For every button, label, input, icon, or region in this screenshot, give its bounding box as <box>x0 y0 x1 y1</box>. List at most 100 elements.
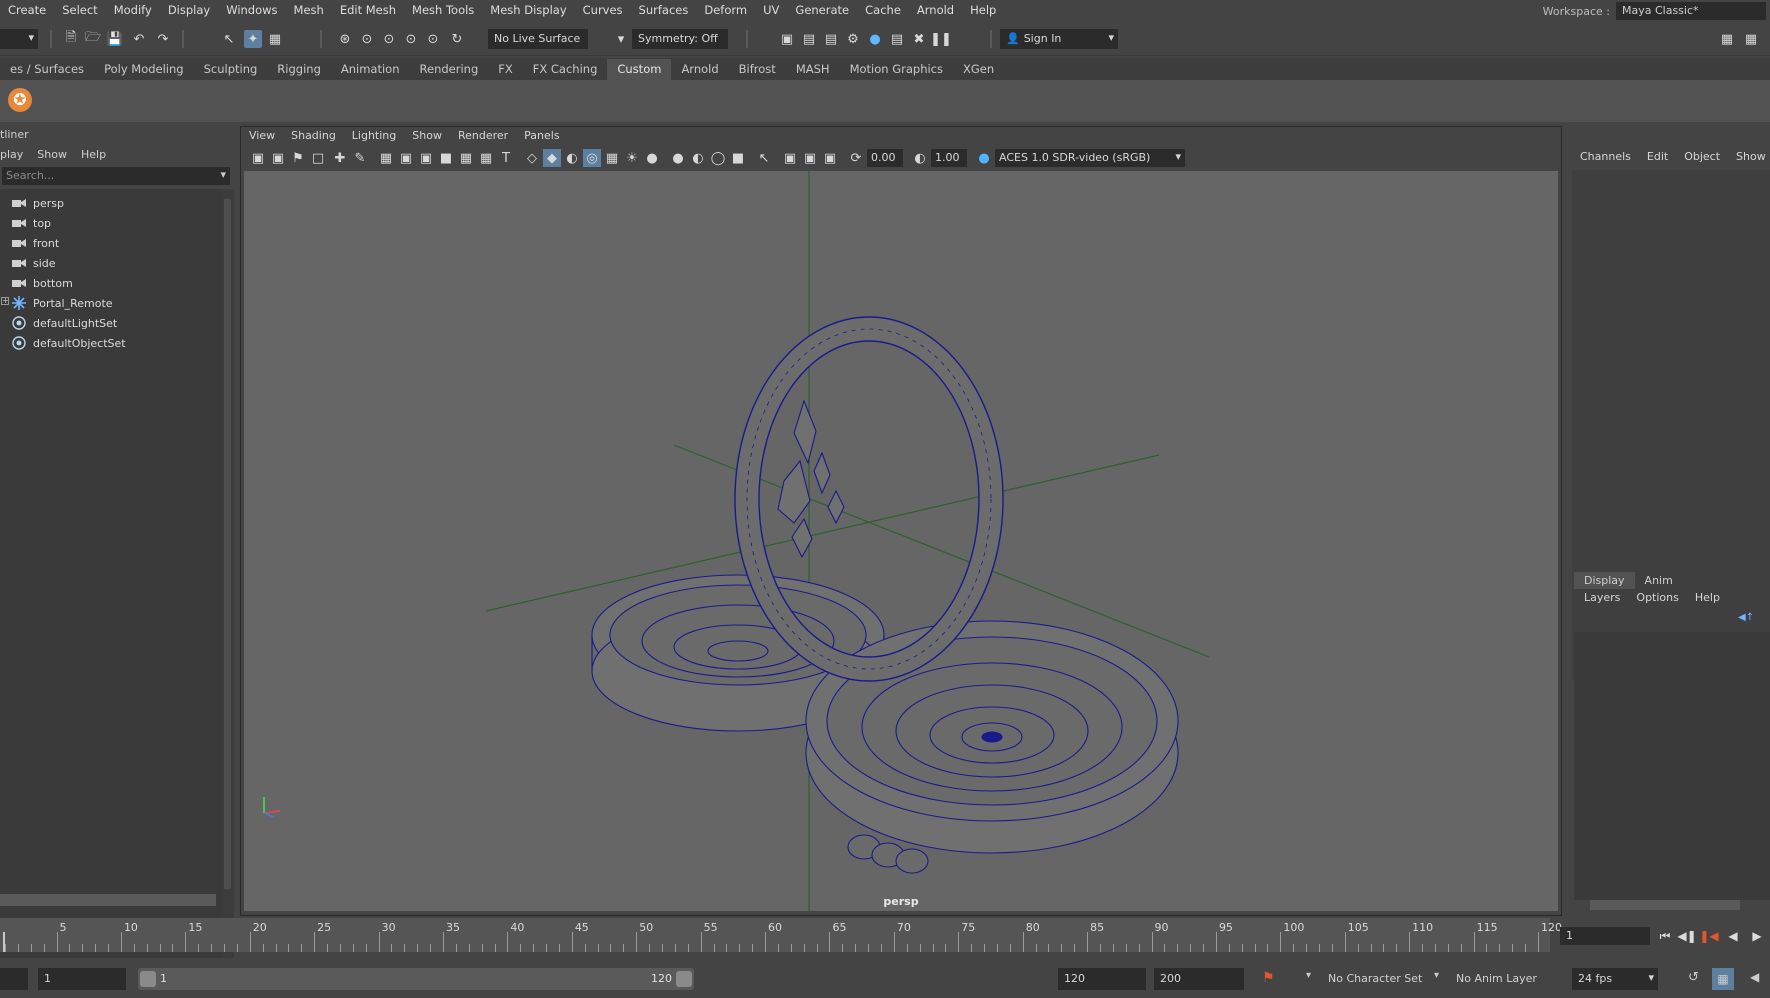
anim-layer-dropdown-icon[interactable]: ▾ <box>1434 970 1439 981</box>
outliner-search-input[interactable]: Search... ▾ <box>2 167 230 185</box>
range-slider[interactable]: 1 120 <box>138 968 694 990</box>
viewport-menu-renderer[interactable]: Renderer <box>458 129 508 142</box>
menu-mesh-tools[interactable]: Mesh Tools <box>404 3 482 17</box>
outliner-scrollbar[interactable] <box>222 189 234 998</box>
current-frame-marker[interactable] <box>3 932 5 952</box>
expand-toggle-icon[interactable]: + <box>1 297 9 305</box>
render-view-icon[interactable]: ▣ <box>778 30 796 48</box>
select-by-hierarchy-icon[interactable]: ✦ <box>244 30 262 48</box>
outliner-item-bottom[interactable]: bottom <box>0 273 222 293</box>
sign-in-button[interactable]: 👤 Sign In ▾ <box>1000 29 1118 49</box>
anti-aliasing-icon[interactable]: ◯ <box>709 149 727 167</box>
shelf-tab-bifrost[interactable]: Bifrost <box>729 59 786 80</box>
use-lights-icon[interactable]: ☀ <box>623 149 641 167</box>
layer-menu-layers[interactable]: Layers <box>1584 591 1620 604</box>
smooth-shade-icon[interactable]: ◆ <box>543 149 561 167</box>
render-current-frame-icon[interactable]: ▤ <box>800 30 818 48</box>
scrollbar-thumb[interactable] <box>224 199 231 889</box>
arnold-ipr-icon[interactable]: ✖ <box>910 30 928 48</box>
viewport-menu-lighting[interactable]: Lighting <box>352 129 396 142</box>
go-to-start-icon[interactable]: ⏮ <box>1656 927 1674 945</box>
range-end-handle[interactable] <box>676 971 692 987</box>
view-transform-dropdown[interactable]: ACES 1.0 SDR-video (sRGB) ▾ <box>995 149 1185 167</box>
search-options-icon[interactable]: ▾ <box>220 168 226 181</box>
camera-attributes-icon[interactable]: ▣ <box>269 149 287 167</box>
outliner-item-persp[interactable]: persp <box>0 193 222 213</box>
render-settings-icon[interactable]: ⚙ <box>844 30 862 48</box>
play-backwards-icon[interactable]: ◀ <box>1724 927 1742 945</box>
toggle-modeling-toolkit-icon[interactable]: ▦ <box>1718 30 1736 48</box>
snap-grid-icon[interactable]: ⊛ <box>336 30 354 48</box>
symmetry-field[interactable]: Symmetry: Off <box>632 29 728 49</box>
select-by-component-icon[interactable]: ▦ <box>266 30 284 48</box>
wireframe-icon[interactable]: ◇ <box>523 149 541 167</box>
select-camera-icon[interactable]: ▣ <box>249 149 267 167</box>
gate-mask-icon[interactable]: ■ <box>437 149 455 167</box>
resolution-gate-icon[interactable]: ▣ <box>417 149 435 167</box>
color-management-icon[interactable]: ● <box>975 149 993 167</box>
expand-right-icon[interactable]: ◀ <box>1750 970 1759 984</box>
viewport-menu-show[interactable]: Show <box>412 129 442 142</box>
outliner-item-default-light-set[interactable]: defaultLightSet <box>0 313 222 333</box>
shelf-tab-mash[interactable]: MASH <box>786 59 840 80</box>
tab-display[interactable]: Display <box>1574 572 1635 589</box>
step-back-key-icon[interactable]: ❚◀ <box>1699 927 1718 945</box>
wireframe-on-shaded-icon[interactable]: ◎ <box>583 149 601 167</box>
animation-end-field[interactable]: 200 <box>1154 968 1244 990</box>
select-tool-icon[interactable]: ↖ <box>220 30 238 48</box>
layer-menu-options[interactable]: Options <box>1636 591 1678 604</box>
depth-of-field-icon[interactable]: ■ <box>729 149 747 167</box>
menu-mesh[interactable]: Mesh <box>286 3 332 17</box>
toggle-attribute-editor-icon[interactable]: ▦ <box>1742 30 1760 48</box>
move-layer-up-icon[interactable]: ◀↑ <box>1738 612 1754 623</box>
time-slider[interactable]: 5 10 15 20 25 30 35 40 45 50 55 60 65 70 75 80 85 90 95 100… <box>0 918 1562 952</box>
viewport-menu-panels[interactable]: Panels <box>524 129 559 142</box>
xray-joints-icon[interactable]: ▣ <box>821 149 839 167</box>
outliner-menu-help[interactable]: Help <box>81 148 106 161</box>
safe-action-icon[interactable]: ▦ <box>477 149 495 167</box>
play-forwards-icon[interactable]: ▶ <box>1748 927 1766 945</box>
shadows-icon[interactable]: ● <box>643 149 661 167</box>
shelf-tool-icon[interactable]: ✪ <box>8 88 32 112</box>
menu-edit-mesh[interactable]: Edit Mesh <box>332 3 404 17</box>
menu-modify[interactable]: Modify <box>106 3 160 17</box>
viewport-3d-canvas[interactable]: persp <box>244 171 1558 911</box>
textured-icon[interactable]: ▦ <box>603 149 621 167</box>
menu-uv[interactable]: UV <box>755 3 787 17</box>
redo-icon[interactable]: ↷ <box>154 30 172 48</box>
outliner-hscrollbar[interactable] <box>0 894 216 906</box>
menu-deform[interactable]: Deform <box>696 3 755 17</box>
shelf-tab-fx[interactable]: FX <box>488 59 523 80</box>
shelf-tab-poly-modeling[interactable]: Poly Modeling <box>94 59 194 80</box>
gamma-icon[interactable]: ◐ <box>911 149 929 167</box>
new-scene-icon[interactable]: 🗎 <box>62 30 80 48</box>
channel-box-menu-edit[interactable]: Edit <box>1647 150 1668 163</box>
step-back-icon[interactable]: ◀❚ <box>1677 927 1696 945</box>
arnold-render-icon[interactable]: ▤ <box>888 30 906 48</box>
make-live-icon[interactable]: ↻ <box>448 30 466 48</box>
workspace-selector[interactable]: Workspace : Maya Classic* <box>1543 0 1770 22</box>
outliner-item-front[interactable]: front <box>0 233 222 253</box>
range-start-handle[interactable] <box>140 971 156 987</box>
menu-arnold[interactable]: Arnold <box>909 3 962 17</box>
snap-point-icon[interactable]: ⊙ <box>380 30 398 48</box>
motion-blur-icon[interactable]: ◐ <box>689 149 707 167</box>
xray-active-icon[interactable]: ▣ <box>801 149 819 167</box>
open-scene-icon[interactable]: 🗁 <box>84 30 102 48</box>
menu-curves[interactable]: Curves <box>575 3 631 17</box>
menu-display[interactable]: Display <box>160 3 218 17</box>
loop-playback-icon[interactable]: ↺ <box>1688 970 1699 985</box>
shelf-tab-es-surfaces[interactable]: es / Surfaces <box>0 59 94 80</box>
menu-help[interactable]: Help <box>962 3 1004 17</box>
outliner-item-side[interactable]: side <box>0 253 222 273</box>
tab-anim[interactable]: Anim <box>1635 572 1683 589</box>
menu-cache[interactable]: Cache <box>857 3 909 17</box>
shelf-tab-fx-caching[interactable]: FX Caching <box>523 59 608 80</box>
grid-toggle-icon[interactable]: ▦ <box>377 149 395 167</box>
menu-mesh-display[interactable]: Mesh Display <box>482 3 574 17</box>
pause-ipr-icon[interactable]: ❚❚ <box>930 30 952 48</box>
live-surface-field[interactable]: No Live Surface <box>488 29 588 49</box>
workspace-dropdown[interactable]: Maya Classic* <box>1616 2 1766 20</box>
hypershade-icon[interactable]: ● <box>866 30 884 48</box>
fps-dropdown[interactable]: 24 fps ▾ <box>1572 968 1658 990</box>
